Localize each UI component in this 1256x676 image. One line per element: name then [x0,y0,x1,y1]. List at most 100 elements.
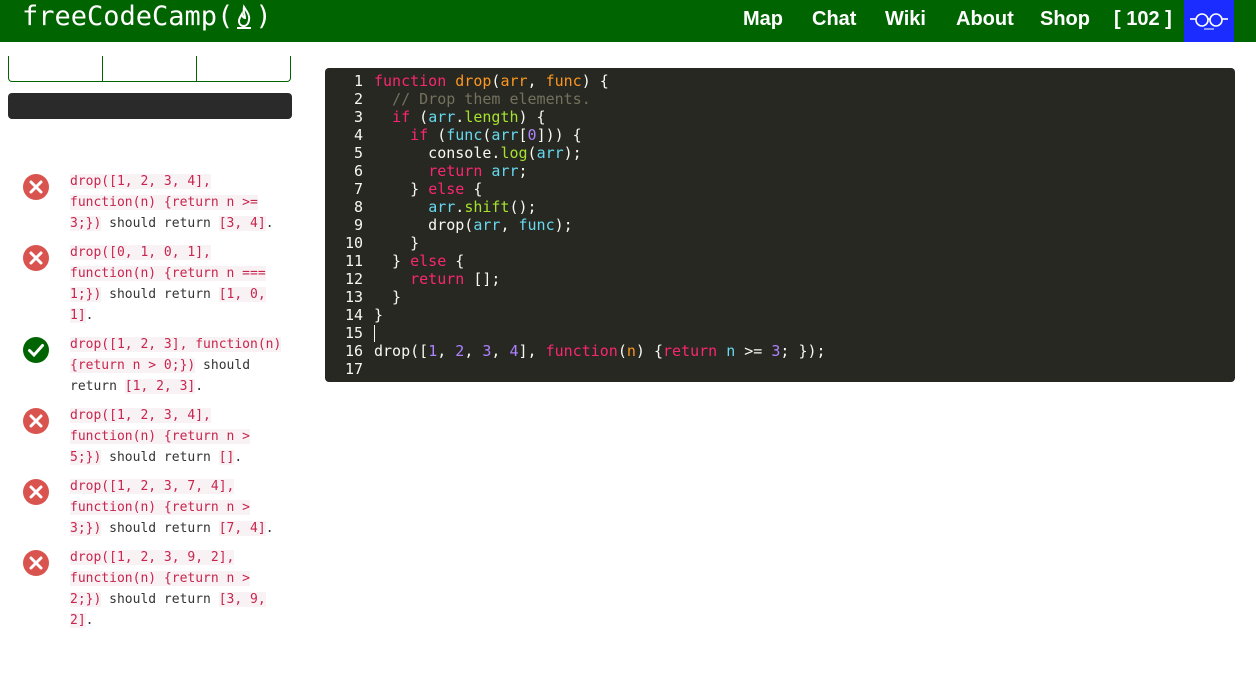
code-line: 17 [325,360,1235,378]
test-expected-code: [] [218,450,235,465]
x-circle-icon [23,408,49,434]
code-token: // Drop them elements. [392,90,591,108]
line-number: 14 [344,306,363,324]
code-token: >= [735,342,772,360]
code-text: } else { [374,252,464,270]
action-button-1[interactable] [9,56,103,81]
code-token: ], [518,342,546,360]
code-token: arr [428,198,456,216]
user-avatar[interactable] [1184,0,1234,42]
line-number: 2 [353,90,363,108]
action-button-3[interactable] [197,56,290,81]
nav-link-map[interactable]: Map [743,0,783,38]
code-line: 15 [325,324,1235,342]
code-token: [ [518,126,528,144]
check-circle-icon [23,337,49,363]
code-token: . [455,108,465,126]
test-text: should return [101,521,219,536]
code-token: []; [464,270,501,288]
test-description: drop([0, 1, 0, 1], function(n) {return n… [70,242,284,326]
code-token: ) { [518,108,546,126]
code-token: , [464,342,483,360]
code-token: function [545,342,618,360]
x-circle-icon [23,245,49,271]
output-console [8,93,292,119]
code-line: 14} [325,306,1235,324]
code-token: } [374,306,384,324]
code-token: arr [536,144,564,162]
line-number: 16 [344,342,363,360]
code-token: console. [374,144,501,162]
code-line: 7 } else { [325,180,1235,198]
line-number: 1 [353,72,363,90]
nav-link-about[interactable]: About [956,0,1014,38]
code-token: 2 [455,342,465,360]
code-token: arr [491,162,519,180]
flame-icon [234,3,254,30]
brand-logo[interactable]: freeCodeCamp( ) [22,1,272,32]
code-token: arr [473,216,501,234]
code-token: ; }); [780,342,826,360]
code-token: arr [491,126,519,144]
code-token: , [437,342,456,360]
line-number: 8 [353,198,363,216]
code-token: func [518,216,555,234]
code-token: ])) { [536,126,582,144]
test-item: drop([1, 2, 3, 7, 4], function(n) {retur… [22,476,292,539]
code-token: ( [617,342,627,360]
code-token: drop([ [374,342,429,360]
line-number: 7 [353,180,363,198]
test-text: should return [101,287,219,302]
brownie-points-counter[interactable]: [ 102 ] [1114,0,1172,38]
line-number: 10 [344,234,363,252]
code-token: if [392,108,411,126]
code-text: arr.shift(); [374,198,537,216]
action-button-2[interactable] [103,56,197,81]
code-token: drop( [374,216,474,234]
brand-prefix: freeCodeCamp( [22,1,234,32]
test-end: . [265,521,274,536]
code-token: 4 [509,342,519,360]
code-token: (); [509,198,537,216]
code-token: if [410,126,429,144]
test-end: . [195,379,204,394]
test-end: . [85,308,94,323]
code-text: console.log(arr); [374,144,582,162]
test-item: drop([0, 1, 0, 1], function(n) {return n… [22,242,292,326]
code-text: return arr; [374,162,528,180]
brand-suffix: ) [255,1,272,32]
test-item: drop([1, 2, 3], function(n) {return n > … [22,334,292,397]
action-button-group [8,56,291,82]
line-number: 13 [344,288,363,306]
code-text: } [374,234,419,252]
line-number: 15 [344,324,363,342]
line-number: 9 [353,216,363,234]
code-line: 10 } [325,234,1235,252]
nav-link-wiki[interactable]: Wiki [885,0,926,38]
code-token: ( [410,108,429,126]
code-editor[interactable]: 1 function drop(arr, func) {2 // Drop the… [325,68,1235,382]
test-item: drop([1, 2, 3, 9, 2], function(n) {retur… [22,547,292,631]
nav-link-chat[interactable]: Chat [812,0,856,38]
code-token: ); [554,216,573,234]
test-expected-code: [7, 4] [218,521,266,536]
code-line: 8 arr.shift(); [325,198,1235,216]
code-token: , [500,216,519,234]
code-token: log [500,144,528,162]
code-token: { [464,180,483,198]
code-token: else [410,252,447,270]
code-line: 16 drop([1, 2, 3, 4], function(n) {return… [325,342,1235,360]
code-token: ; [518,162,528,180]
code-token: ) { [581,72,609,90]
code-token: n [726,342,736,360]
line-number: 12 [344,270,363,288]
code-token: else [428,180,465,198]
code-token: ) { [635,342,663,360]
code-text: return []; [374,270,500,288]
nav-link-shop[interactable]: Shop [1040,0,1090,38]
